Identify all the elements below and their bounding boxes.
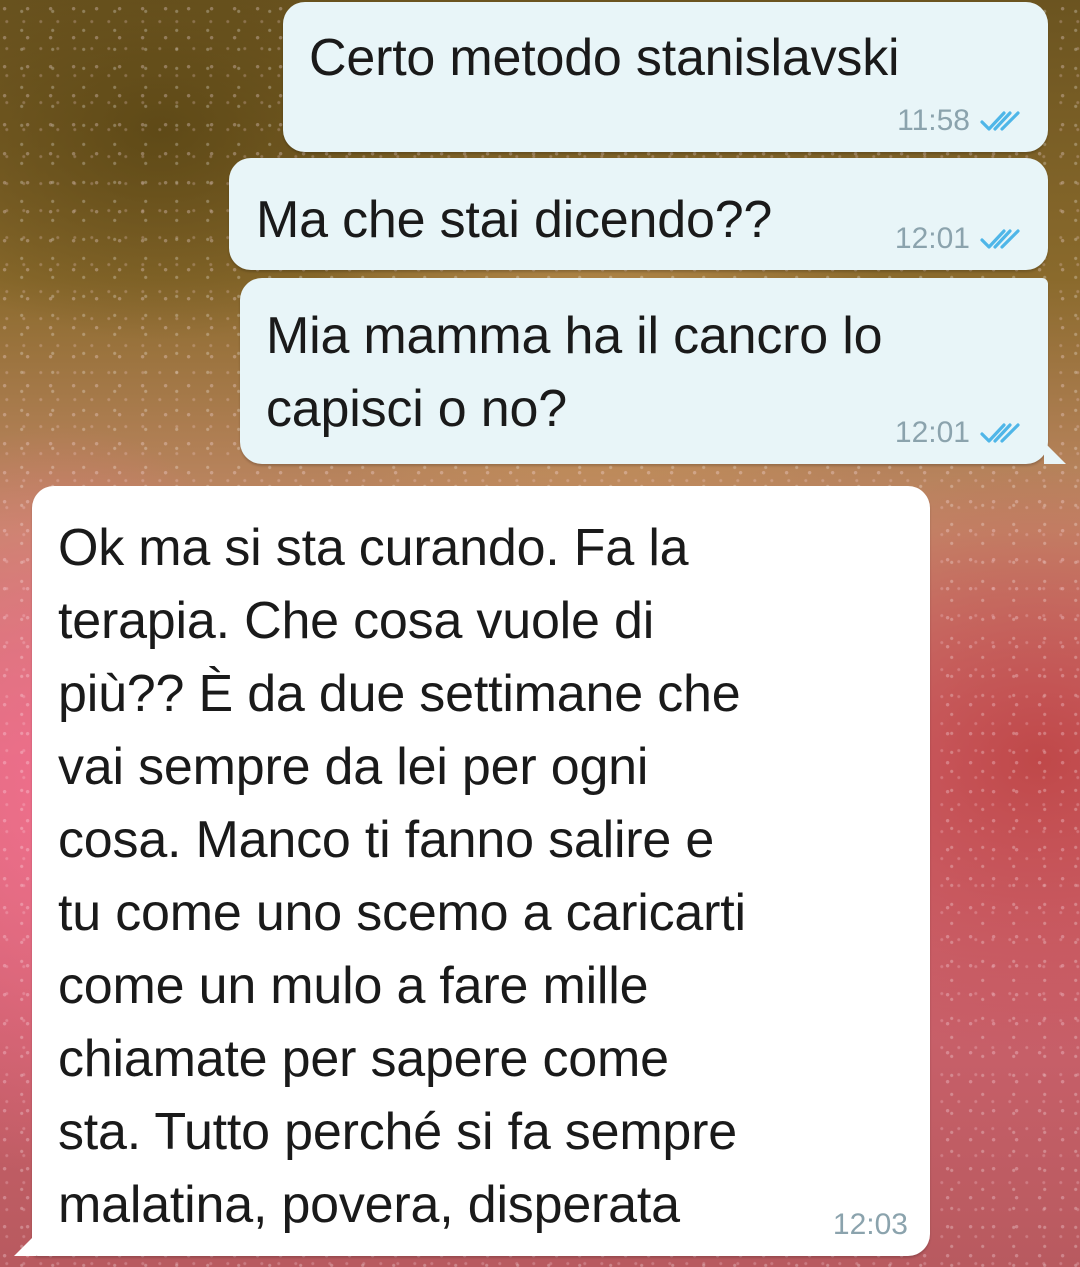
message-meta: 12:01: [895, 222, 1022, 256]
message-bubble-incoming[interactable]: Ok ma si sta curando. Fa la terapia. Che…: [32, 486, 930, 1256]
message-time: 11:58: [897, 104, 970, 137]
double-check-read-icon: [980, 421, 1022, 445]
conversation: Certo metodo stanislavski 11:58 Ma che s…: [0, 0, 1080, 1267]
message-meta: 12:03: [833, 1208, 908, 1242]
message-text: Ma che stai dicendo??: [256, 191, 773, 249]
message-text: Mia mamma ha il cancro lo capisci o no?: [266, 307, 883, 438]
message-bubble-outgoing[interactable]: Certo metodo stanislavski 11:58: [283, 2, 1048, 152]
message-text: Certo metodo stanislavski: [309, 29, 900, 87]
message-text: Ok ma si sta curando. Fa la terapia. Che…: [58, 519, 746, 1234]
message-time: 12:01: [894, 416, 970, 449]
double-check-read-icon: [980, 227, 1022, 251]
message-time: 12:03: [832, 1208, 908, 1241]
message-bubble-outgoing[interactable]: Ma che stai dicendo?? 12:01: [229, 158, 1048, 270]
message-meta: 11:58: [897, 104, 1022, 138]
bubble-tail-outgoing: [1044, 442, 1066, 464]
bubble-tail-incoming: [14, 1234, 36, 1256]
message-bubble-outgoing[interactable]: Mia mamma ha il cancro lo capisci o no? …: [240, 278, 1048, 464]
message-time: 12:01: [894, 222, 970, 255]
double-check-read-icon: [980, 109, 1022, 133]
message-meta: 12:01: [895, 416, 1022, 450]
